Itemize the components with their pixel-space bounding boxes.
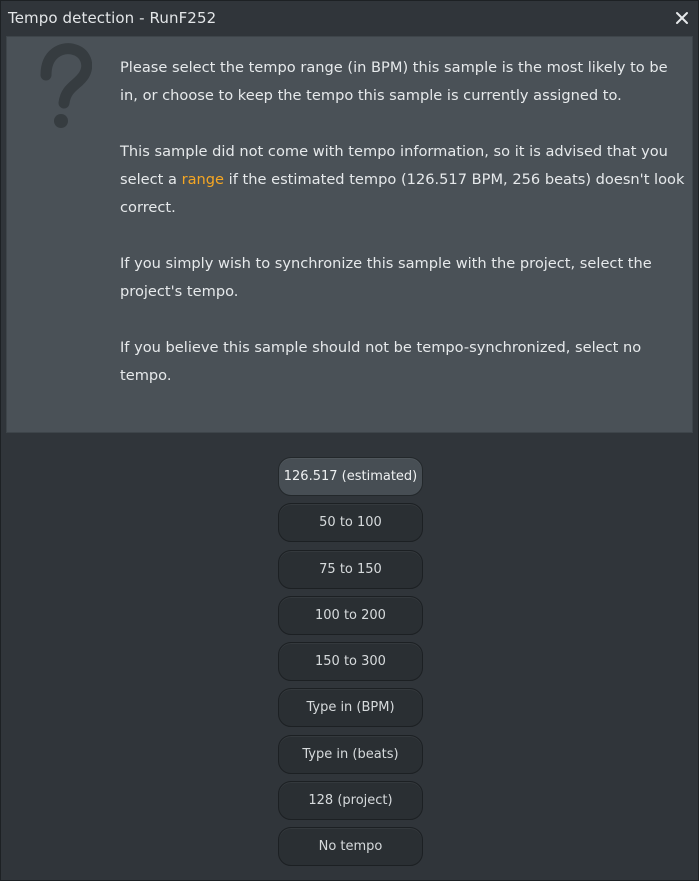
message-paragraph-project: If you simply wish to synchronize this s… [120, 255, 652, 300]
range-100-200-button[interactable]: 100 to 200 [278, 595, 423, 635]
message-paragraph-no-tempo: If you believe this sample should not be… [120, 339, 642, 384]
estimated-tempo-button[interactable]: 126.517 (estimated) [278, 457, 423, 496]
range-50-100-button[interactable]: 50 to 100 [278, 503, 423, 543]
tempo-options: 126.517 (estimated) 50 to 100 75 to 150 … [278, 457, 423, 874]
range-75-150-button[interactable]: 75 to 150 [278, 549, 423, 589]
close-icon[interactable] [673, 9, 691, 27]
question-mark-icon [40, 43, 92, 128]
message-paragraph-range: Please select the tempo range (in BPM) t… [120, 59, 668, 104]
info-panel: Please select the tempo range (in BPM) t… [6, 36, 693, 433]
window-title: Tempo detection - RunF252 [8, 9, 217, 27]
project-tempo-button[interactable]: 128 (project) [278, 781, 423, 821]
no-tempo-button[interactable]: No tempo [278, 827, 423, 867]
type-in-bpm-button[interactable]: Type in (BPM) [278, 688, 423, 728]
range-150-300-button[interactable]: 150 to 300 [278, 642, 423, 682]
message-text: Please select the tempo range (in BPM) t… [120, 54, 688, 418]
type-in-beats-button[interactable]: Type in (beats) [278, 734, 423, 774]
message-paragraph-advice: This sample did not come with tempo info… [120, 138, 688, 222]
title-bar: Tempo detection - RunF252 [1, 1, 698, 36]
tempo-detection-dialog: Tempo detection - RunF252 Please select … [0, 0, 699, 881]
range-link[interactable]: range [182, 171, 224, 188]
